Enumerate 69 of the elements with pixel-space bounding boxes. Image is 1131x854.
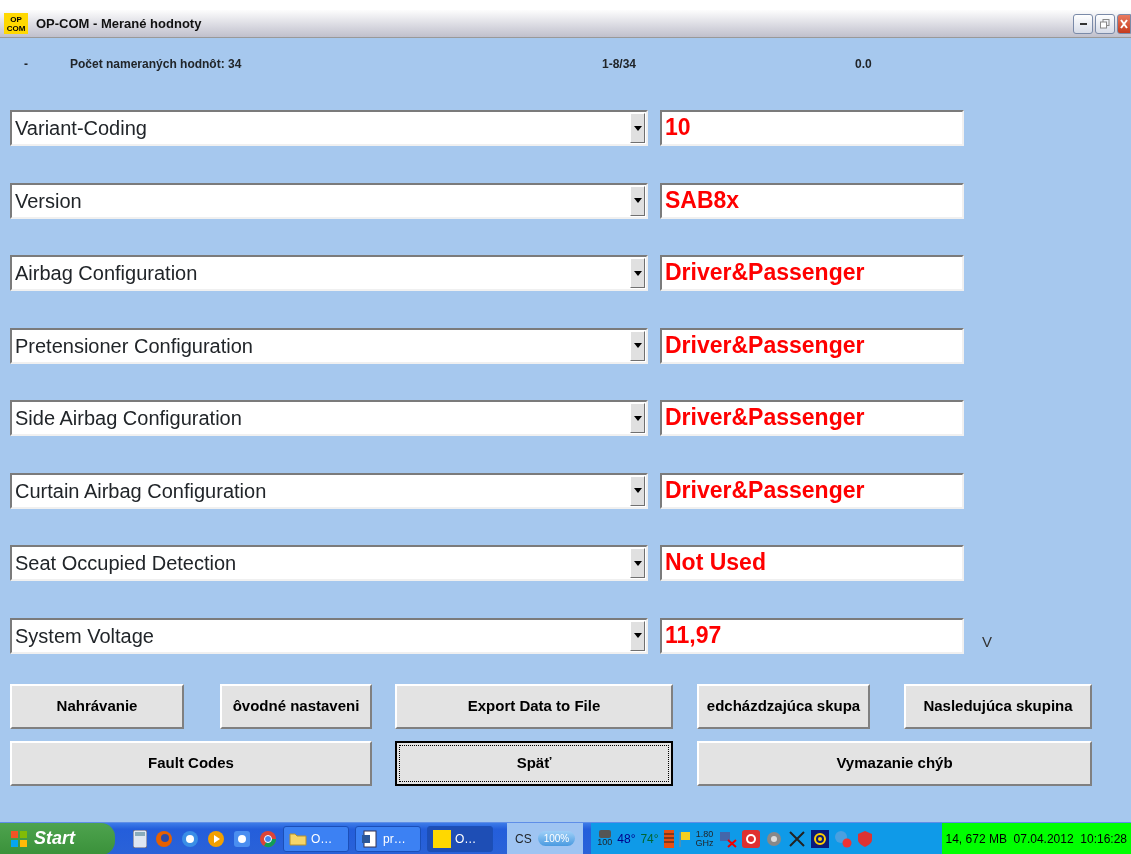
measured-count: Počet nameraných hodnôt: 34 — [70, 56, 243, 73]
wireless-icon[interactable] — [810, 829, 829, 848]
action-button[interactable]: Vymazanie chýb — [697, 740, 1092, 786]
record-icon[interactable] — [741, 829, 760, 848]
app-icon: OP COM — [4, 13, 28, 34]
unit-label: V — [982, 632, 992, 653]
action-button[interactable]: Fault Codes — [10, 740, 372, 786]
value-field: 11,97 — [660, 617, 964, 654]
dropdown-arrow-icon — [633, 343, 642, 348]
frequency-text: 1.80 — [695, 829, 714, 839]
value-field: Not Used — [660, 545, 964, 581]
temperature-text: 74° — [640, 830, 659, 848]
window-title: OP-COM - Merané hodnoty — [36, 14, 202, 33]
dropdown-arrow-icon — [633, 560, 642, 566]
header-value: 0.0 — [855, 56, 872, 73]
action-button[interactable]: edcházdzajúca skupa — [697, 683, 870, 729]
app-icon — [433, 829, 451, 848]
dash-text: - — [24, 56, 29, 73]
round-logo-icon[interactable] — [259, 829, 277, 848]
dropdown-arrow-icon — [633, 270, 642, 276]
taskbar-button[interactable]: O… — [427, 825, 493, 852]
speaker-icon[interactable] — [764, 829, 783, 848]
temperature-text: 48° — [617, 830, 636, 848]
calculator-icon[interactable] — [133, 829, 147, 848]
windows-logo-icon — [10, 829, 28, 848]
app-icon[interactable] — [233, 829, 251, 848]
battery-indicator: 100% — [537, 831, 576, 846]
taskbar-button[interactable]: pr… — [355, 825, 421, 852]
value-field: Driver&Passenger — [660, 400, 964, 436]
value-field: Driver&Passenger — [660, 472, 964, 509]
bars-icon[interactable] — [663, 829, 674, 848]
parameter-dropdown[interactable]: Side Airbag Configuration — [10, 400, 648, 436]
parameter-dropdown[interactable]: Version — [10, 182, 648, 219]
value-field: Driver&Passenger — [660, 327, 964, 364]
parameter-dropdown[interactable]: Curtain Airbag Configuration — [10, 472, 648, 509]
dropdown-arrow-icon — [633, 633, 642, 638]
parameter-dropdown[interactable]: Seat Occupied Detection — [10, 545, 648, 581]
action-button[interactable]: ôvodné nastaveni — [220, 683, 372, 729]
parameter-dropdown[interactable]: System Voltage — [10, 617, 648, 654]
dropdown-arrow-icon — [633, 125, 642, 131]
close-icon — [1120, 18, 1128, 29]
parameter-dropdown[interactable]: Variant-Coding — [10, 110, 648, 146]
dropdown-arrow-icon — [633, 198, 642, 203]
close-button[interactable] — [1117, 13, 1131, 34]
action-button[interactable]: Export Data to File — [395, 683, 673, 729]
language-indicator[interactable]: CS — [515, 829, 532, 848]
value-field: 10 — [660, 110, 964, 146]
minimize-button[interactable] — [1073, 13, 1093, 34]
crossed-antenna-icon[interactable] — [787, 829, 806, 848]
parameter-dropdown[interactable]: Pretensioner Configuration — [10, 327, 648, 364]
parameter-dropdown[interactable]: Airbag Configuration — [10, 255, 648, 291]
minimize-icon — [1079, 22, 1087, 25]
status-text: 14, 672 MB 07.04.2012 10:16:28 — [941, 822, 1131, 854]
play-icon[interactable] — [207, 829, 225, 848]
battery-icon — [598, 830, 611, 838]
cpu-load-text: 100 — [597, 838, 613, 847]
dropdown-arrow-icon — [633, 415, 642, 421]
action-button[interactable]: Nasledujúca skupina — [904, 683, 1092, 729]
page-indicator: 1-8/34 — [602, 56, 638, 73]
globe-e-icon[interactable] — [181, 829, 199, 848]
value-field: SAB8x — [660, 182, 964, 219]
document-icon — [361, 829, 379, 848]
value-field: Driver&Passenger — [660, 255, 964, 291]
action-button[interactable]: Nahrávanie — [10, 683, 184, 729]
frequency-unit: GHz — [695, 838, 714, 848]
dropdown-arrow-icon — [633, 488, 642, 493]
action-button[interactable]: Späť — [395, 740, 673, 786]
restore-icon — [1100, 18, 1110, 29]
taskbar-button[interactable]: O… — [283, 825, 349, 852]
